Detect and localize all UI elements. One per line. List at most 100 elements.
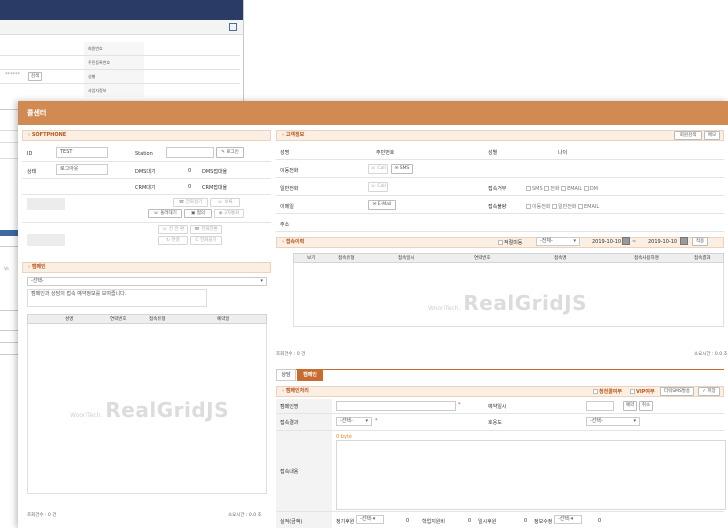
email-button[interactable]: ✉ E-Mail [368, 200, 396, 210]
sms-template-button[interactable]: 더워SMS발송 [660, 387, 694, 396]
id-input[interactable]: TEST [56, 147, 108, 158]
phone-label: 일반전화 [280, 186, 299, 192]
apply-button[interactable]: 적용 [692, 237, 708, 246]
tab-campaign[interactable]: 캠페인 [297, 369, 323, 381]
perf-study-label: 학업지원비 [422, 519, 446, 525]
perf-regular-value[interactable]: 0 [406, 518, 409, 524]
hangup-button[interactable]: C 전화끊기 [190, 236, 222, 245]
phone-switch-button[interactable]: ☎ 전화전환 [190, 225, 222, 234]
bg-divider [0, 130, 18, 131]
reject-email: EMAIL [567, 186, 583, 192]
background-window: 회원번호 주민등록번호 ****** 검색 성별 사업자정보 [0, 0, 244, 110]
checkbox[interactable] [552, 204, 557, 209]
switch-button[interactable]: ☏ 전 전 환 [158, 225, 188, 234]
collapse-icon[interactable] [229, 23, 237, 31]
transfer-wait-button[interactable]: ☏ 돌려대기 [148, 209, 182, 218]
col-contact-result: 접속결과 [694, 256, 711, 261]
campaign-select[interactable]: -선택- ▾ [27, 277, 267, 286]
col-reserve-date: 예약일 [217, 317, 230, 322]
three-way-label: 3자통화 [224, 211, 240, 216]
call-connect-button[interactable]: ☎ 전화걸기 [173, 198, 208, 207]
date-from[interactable]: 2019-10-10 [592, 239, 621, 245]
reject-label: 접속거부 [488, 186, 507, 192]
phone-icon: ☎ [178, 200, 185, 205]
id-label: ID [27, 151, 33, 157]
checkbox[interactable] [593, 389, 598, 394]
chevron-down-icon: ▾ [633, 418, 636, 424]
tab-consult[interactable]: 상담 [276, 369, 296, 381]
col-contact-user: 접속사용자명 [634, 256, 659, 261]
call-phone-button[interactable]: ☏ Call [368, 182, 388, 192]
satisfy-select[interactable]: -선택- ▾ [586, 417, 640, 426]
bad-label: 접속불량 [488, 204, 507, 210]
save-button[interactable]: ✓ 저장 [698, 387, 720, 396]
connect-button[interactable]: ↻ 연결 [158, 236, 188, 245]
perf-regular-label: 정기후원 [336, 519, 355, 525]
addr-label: 주소 [280, 222, 290, 228]
divider [276, 159, 724, 160]
station-input[interactable] [166, 147, 214, 158]
cancel-button[interactable]: 취소 [639, 401, 653, 411]
content-textarea[interactable] [336, 440, 726, 510]
checkbox[interactable] [498, 240, 503, 245]
phone-switch-label: 전화전환 [201, 227, 218, 232]
mobile-label: 이동전화 [280, 168, 299, 174]
perf-update-label: 정보수정 [534, 519, 553, 525]
bg-label-business: 사업자정보 [84, 84, 144, 97]
call-mobile-button[interactable]: ☏ Call [368, 164, 388, 174]
bg-verify-button[interactable]: 검색 [28, 72, 42, 81]
name-label: 성명 [280, 150, 290, 156]
cherry-check[interactable]: 청천콜여부 [593, 388, 622, 395]
reject-sms: SMS [532, 186, 543, 192]
campaign-memo[interactable]: 캠페인과 상담의 접속 예약정보를 보여줍니다. [27, 289, 207, 307]
calendar-icon[interactable] [622, 237, 630, 245]
perf-update-select[interactable]: -선택-▾ [554, 515, 582, 524]
history-filter-check[interactable]: 적절미등 [498, 239, 522, 246]
divider [276, 177, 724, 178]
campaign-total: 조회건수 : 0 건 [27, 513, 57, 518]
jumin-label: 주민번호 [376, 150, 395, 156]
col-type: 접속유형 [149, 317, 166, 322]
perf-regular-select-value: -선택- [360, 516, 373, 522]
result-select[interactable]: -선택- ▾ [336, 417, 372, 426]
history-kind-select[interactable]: -전체- ▾ [536, 237, 580, 246]
checkbox[interactable] [561, 186, 567, 191]
login-button[interactable]: ✎ 로그인 [216, 147, 244, 158]
perf-onetime-value[interactable]: 0 [524, 518, 527, 524]
perf-study-value[interactable]: 0 [468, 518, 471, 524]
col-phone: 연락번호 [110, 317, 127, 322]
checkbox[interactable] [578, 204, 583, 209]
bg-blue-strip [0, 230, 18, 236]
vip-check[interactable]: VIP여부 [630, 388, 655, 395]
checkbox[interactable] [583, 186, 589, 191]
hangup-icon: C [195, 238, 199, 243]
date-to[interactable]: 2019-10-10 [648, 239, 677, 245]
three-way-button[interactable]: ◉ 3자통화 [214, 209, 244, 218]
bg-label-member-no: 회원번호 [84, 42, 144, 55]
email-label: 이메일 [280, 204, 294, 210]
memo-button[interactable]: 메모 [704, 131, 720, 140]
meeting-button[interactable]: ▣ 협의 [184, 209, 212, 218]
divider [22, 161, 271, 162]
member-search-button[interactable]: 회원검색 [674, 131, 702, 140]
reserve-input[interactable] [586, 401, 614, 411]
hold-button[interactable]: ☏ 보류 [210, 198, 240, 207]
checkbox[interactable] [630, 389, 635, 394]
perf-update-select-value: -선택- [558, 516, 571, 522]
checkbox[interactable] [526, 204, 531, 209]
history-filter-label: 적절미등 [504, 240, 523, 246]
campaign-name-input[interactable] [336, 401, 456, 411]
watermark-small: WooriTech. [428, 305, 461, 312]
perf-regular-select[interactable]: -선택-▾ [356, 515, 384, 524]
perf-update-value[interactable]: 0 [598, 518, 601, 524]
bad-mobile: 이동전화 [532, 204, 551, 210]
checkbox[interactable] [544, 186, 550, 191]
calendar-icon[interactable] [680, 237, 688, 245]
sms-button[interactable]: ✉ SMS [391, 164, 413, 174]
bg-masked-input[interactable]: ****** [2, 71, 26, 81]
reserve-button[interactable]: 예약 [623, 401, 637, 411]
checkbox[interactable] [526, 186, 531, 191]
agent-status-display [27, 198, 65, 210]
cherry-label: 청천콜여부 [599, 389, 623, 395]
softphone-title: SOFTPHONE [31, 132, 67, 138]
